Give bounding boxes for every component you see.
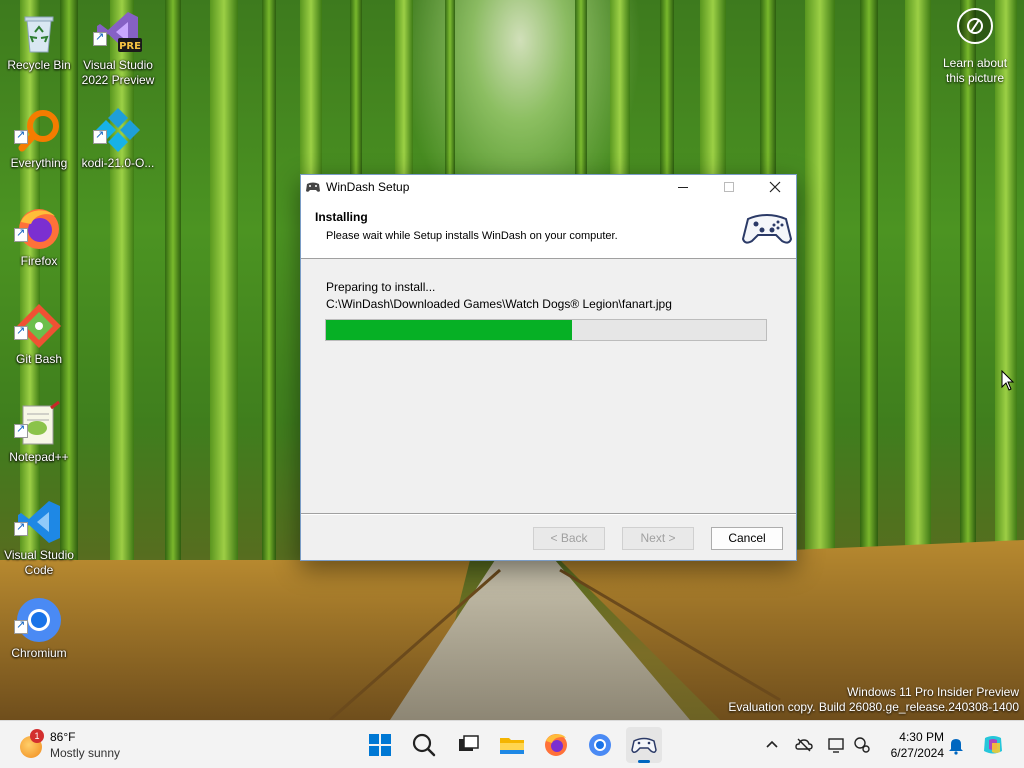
taskbar: 1 86°F Mostly sunny 4:30 PM 6/27/2024	[0, 720, 1024, 768]
desktop-icon-chromium[interactable]: Chromium	[0, 588, 78, 678]
start-button[interactable]	[362, 727, 398, 763]
desktop-icon-vscode[interactable]: Visual Studio Code	[0, 490, 78, 580]
minimize-icon	[678, 187, 688, 188]
desktop-icon-everything[interactable]: Everything	[0, 98, 78, 188]
accessibility-icon[interactable]	[852, 735, 872, 755]
chromium-icon	[589, 734, 611, 756]
clock[interactable]: 4:30 PM 6/27/2024	[884, 729, 944, 761]
chevron-up-icon[interactable]	[762, 735, 782, 755]
install-progress-fill	[326, 320, 573, 340]
desktop-icon-kodi[interactable]: kodi-21.0-O...	[79, 98, 157, 188]
desktop-icon-label: kodi-21.0-O...	[81, 156, 155, 170]
shortcut-arrow-icon	[14, 128, 28, 144]
notification-bell-icon[interactable]	[946, 735, 966, 755]
display-icon[interactable]	[826, 735, 846, 755]
maximize-button[interactable]	[706, 175, 752, 200]
desktop-icon-label: Visual Studio Code	[4, 548, 74, 577]
firefox-icon	[545, 734, 567, 756]
weather-condition: Mostly sunny	[50, 746, 121, 760]
minimize-button[interactable]	[660, 175, 706, 200]
windash-app-icon	[306, 182, 320, 192]
maximize-icon	[724, 182, 734, 192]
current-file-path: C:\WinDash\Downloaded Games\Watch Dogs® …	[326, 297, 672, 311]
weather-temperature: 86°F	[50, 730, 76, 744]
copilot-icon[interactable]	[980, 732, 1006, 758]
desktop-icon-label: Everything	[10, 156, 68, 170]
desktop-icon-label: Chromium	[11, 646, 67, 660]
windows-start-icon	[369, 734, 391, 756]
notification-badge: 1	[30, 729, 44, 743]
file-explorer-icon	[500, 738, 524, 754]
footer-divider	[301, 513, 796, 515]
shortcut-arrow-icon	[14, 422, 28, 438]
shortcut-arrow-icon	[14, 324, 28, 340]
watermark-line1: Windows 11 Pro Insider Preview	[847, 685, 1019, 699]
firefox-taskbar-button[interactable]	[538, 727, 574, 763]
install-status: Preparing to install...	[326, 280, 436, 294]
desktop-icon-label: Git Bash	[15, 352, 63, 366]
shortcut-arrow-icon	[93, 30, 107, 46]
windash-taskbar-button[interactable]	[626, 727, 662, 763]
task-view-button[interactable]	[450, 727, 486, 763]
clock-date: 6/27/2024	[890, 746, 944, 760]
desktop-icon-label: Visual Studio 2022 Preview	[81, 58, 155, 87]
search-icon	[412, 733, 436, 757]
recycle-bin-icon	[24, 16, 54, 53]
task-view-icon	[459, 735, 479, 751]
close-button[interactable]	[752, 175, 798, 200]
page-heading: Installing	[315, 210, 368, 224]
desktop-icon-label: Firefox	[20, 254, 58, 268]
gamepad-icon	[742, 214, 792, 244]
install-progress-bar	[325, 319, 767, 341]
chromium-taskbar-button[interactable]	[582, 727, 618, 763]
shortcut-arrow-icon	[14, 618, 28, 634]
clock-time: 4:30 PM	[899, 730, 944, 744]
setup-header: Installing Please wait while Setup insta…	[301, 200, 796, 259]
cancel-button[interactable]: Cancel	[711, 527, 783, 550]
learn-about-picture-label: Learn about this picture	[942, 56, 1008, 85]
watermark-line2: Evaluation copy. Build 26080.ge_release.…	[728, 700, 1019, 714]
desktop-icon-notepadpp[interactable]: Notepad++	[0, 392, 78, 482]
shortcut-arrow-icon	[14, 226, 28, 242]
onedrive-icon[interactable]	[794, 735, 814, 755]
next-button[interactable]: Next >	[622, 527, 694, 550]
desktop: Recycle Bin PRE Visual Studio 2022 Previ…	[0, 0, 1024, 768]
window-title: WinDash Setup	[326, 180, 410, 194]
install-progress-panel: Preparing to install... C:\WinDash\Downl…	[301, 259, 796, 513]
desktop-icon-recycle-bin[interactable]: Recycle Bin	[0, 0, 78, 90]
learn-about-picture[interactable]: Learn about this picture	[938, 8, 1012, 86]
back-button[interactable]: < Back	[533, 527, 605, 550]
shortcut-arrow-icon	[93, 128, 107, 144]
mouse-cursor-icon	[1001, 370, 1015, 391]
windash-icon	[631, 737, 657, 754]
active-app-indicator	[638, 760, 650, 763]
close-icon	[769, 181, 781, 193]
shortcut-arrow-icon	[14, 520, 28, 536]
page-subheading: Please wait while Setup installs WinDash…	[326, 230, 618, 242]
setup-window: WinDash Setup Installing Please wait whi…	[300, 174, 797, 561]
title-bar[interactable]: WinDash Setup	[301, 175, 796, 200]
search-button[interactable]	[406, 727, 442, 763]
desktop-icon-visual-studio-2022-preview[interactable]: PRE Visual Studio 2022 Preview	[79, 0, 157, 90]
desktop-icon-label: Notepad++	[9, 450, 69, 464]
windows-watermark: Windows 11 Pro Insider Preview Evaluatio…	[728, 685, 1019, 715]
desktop-icon-firefox[interactable]: Firefox	[0, 196, 78, 286]
desktop-icon-git-bash[interactable]: Git Bash	[0, 294, 78, 384]
camera-pin-icon	[957, 8, 993, 44]
weather-widget[interactable]: 1 86°F Mostly sunny	[18, 729, 158, 763]
pre-badge-text: PRE	[119, 41, 141, 52]
desktop-icon-label: Recycle Bin	[7, 58, 71, 72]
file-explorer-button[interactable]	[494, 727, 530, 763]
